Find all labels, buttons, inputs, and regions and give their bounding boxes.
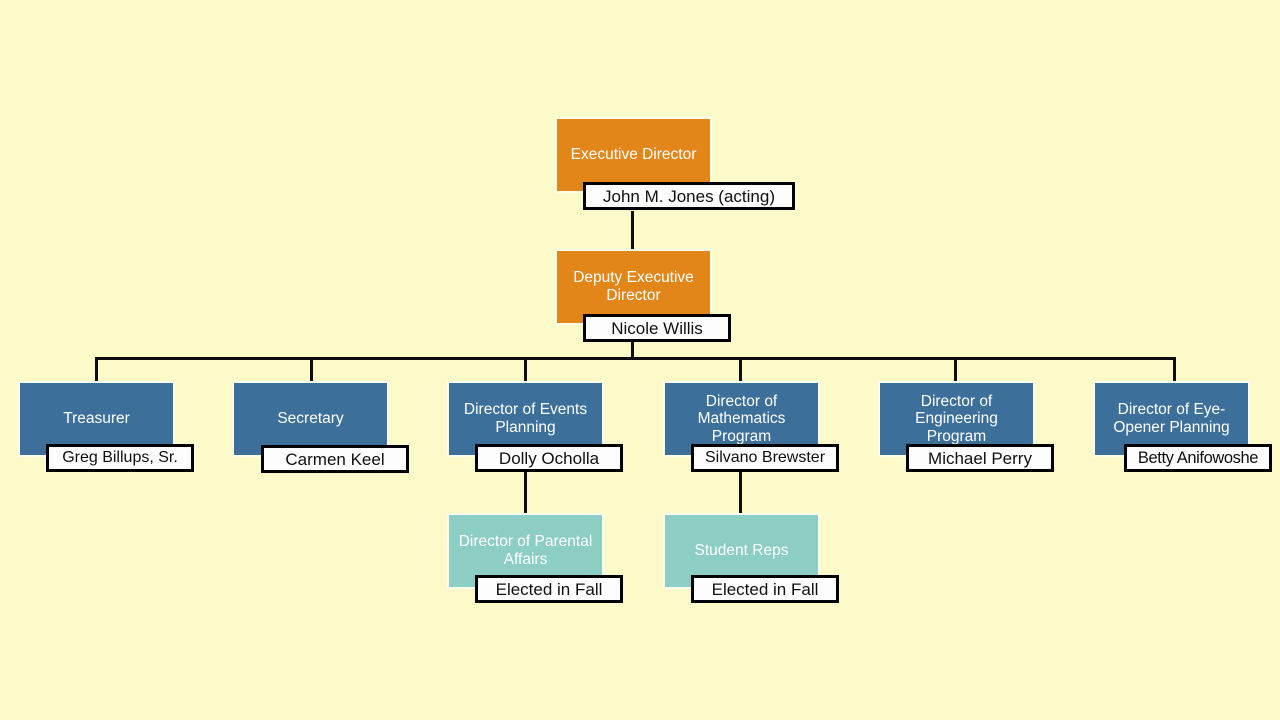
nameplate-deputy-executive-director-text: Nicole Willis	[611, 318, 703, 338]
nameplate-events-planning[interactable]: Dolly Ocholla	[475, 444, 623, 472]
connector-events-planning-to-parental-affairs	[524, 471, 527, 517]
connector-bus-to-engineering-program	[954, 357, 957, 381]
nameplate-executive-director-text: John M. Jones (acting)	[603, 186, 775, 206]
nameplate-student-reps[interactable]: Elected in Fall	[691, 575, 839, 603]
node-eye-opener-planning-role: Director of Eye-Opener Planning	[1113, 401, 1230, 436]
nameplate-eye-opener-planning[interactable]: Betty Anifowoshe	[1124, 444, 1272, 472]
nameplate-secretary[interactable]: Carmen Keel	[261, 445, 409, 473]
nameplate-treasurer[interactable]: Greg Billups, Sr.	[46, 444, 194, 472]
node-executive-director-role: Executive Director	[570, 146, 697, 164]
connector-bus-to-treasurer	[95, 357, 98, 381]
nameplate-secretary-text: Carmen Keel	[285, 449, 385, 469]
node-parental-affairs-role: Director of Parental Affairs	[458, 533, 593, 568]
nameplate-executive-director[interactable]: John M. Jones (acting)	[583, 182, 795, 210]
nameplate-mathematics-program[interactable]: Silvano Brewster	[691, 444, 839, 472]
nameplate-events-planning-text: Dolly Ocholla	[498, 448, 600, 468]
connector-director-bus	[95, 357, 1176, 360]
connector-bus-to-mathematics-program	[739, 357, 742, 381]
node-deputy-executive-director-role: Deputy Executive Director	[573, 269, 694, 304]
node-secretary-role: Secretary	[277, 410, 344, 428]
node-mathematics-program-role: Director of Mathematics Program	[697, 392, 786, 445]
connector-bus-to-secretary	[310, 357, 313, 381]
nameplate-treasurer-text: Greg Billups, Sr.	[62, 449, 178, 466]
nameplate-eye-opener-planning-text: Betty Anifowoshe	[1137, 448, 1259, 467]
node-treasurer-role: Treasurer	[63, 410, 130, 428]
nameplate-parental-affairs-text: Elected in Fall	[495, 579, 603, 599]
org-chart: Executive Director John M. Jones (acting…	[0, 0, 1280, 720]
node-engineering-program-role: Director of Engineering Program	[915, 392, 998, 445]
node-student-reps-role: Student Reps	[694, 542, 789, 560]
nameplate-deputy-executive-director[interactable]: Nicole Willis	[583, 314, 731, 342]
connector-mathematics-program-to-student-reps	[739, 471, 742, 517]
nameplate-mathematics-program-text: Silvano Brewster	[704, 449, 826, 466]
nameplate-student-reps-text: Elected in Fall	[711, 579, 819, 599]
nameplate-engineering-program[interactable]: Michael Perry	[906, 444, 1054, 472]
connector-bus-to-eye-opener-planning	[1173, 357, 1176, 381]
nameplate-parental-affairs[interactable]: Elected in Fall	[475, 575, 623, 603]
node-events-planning-role: Director of Events Planning	[463, 401, 588, 436]
connector-bus-to-events-planning	[524, 357, 527, 381]
nameplate-engineering-program-text: Michael Perry	[928, 448, 1032, 468]
